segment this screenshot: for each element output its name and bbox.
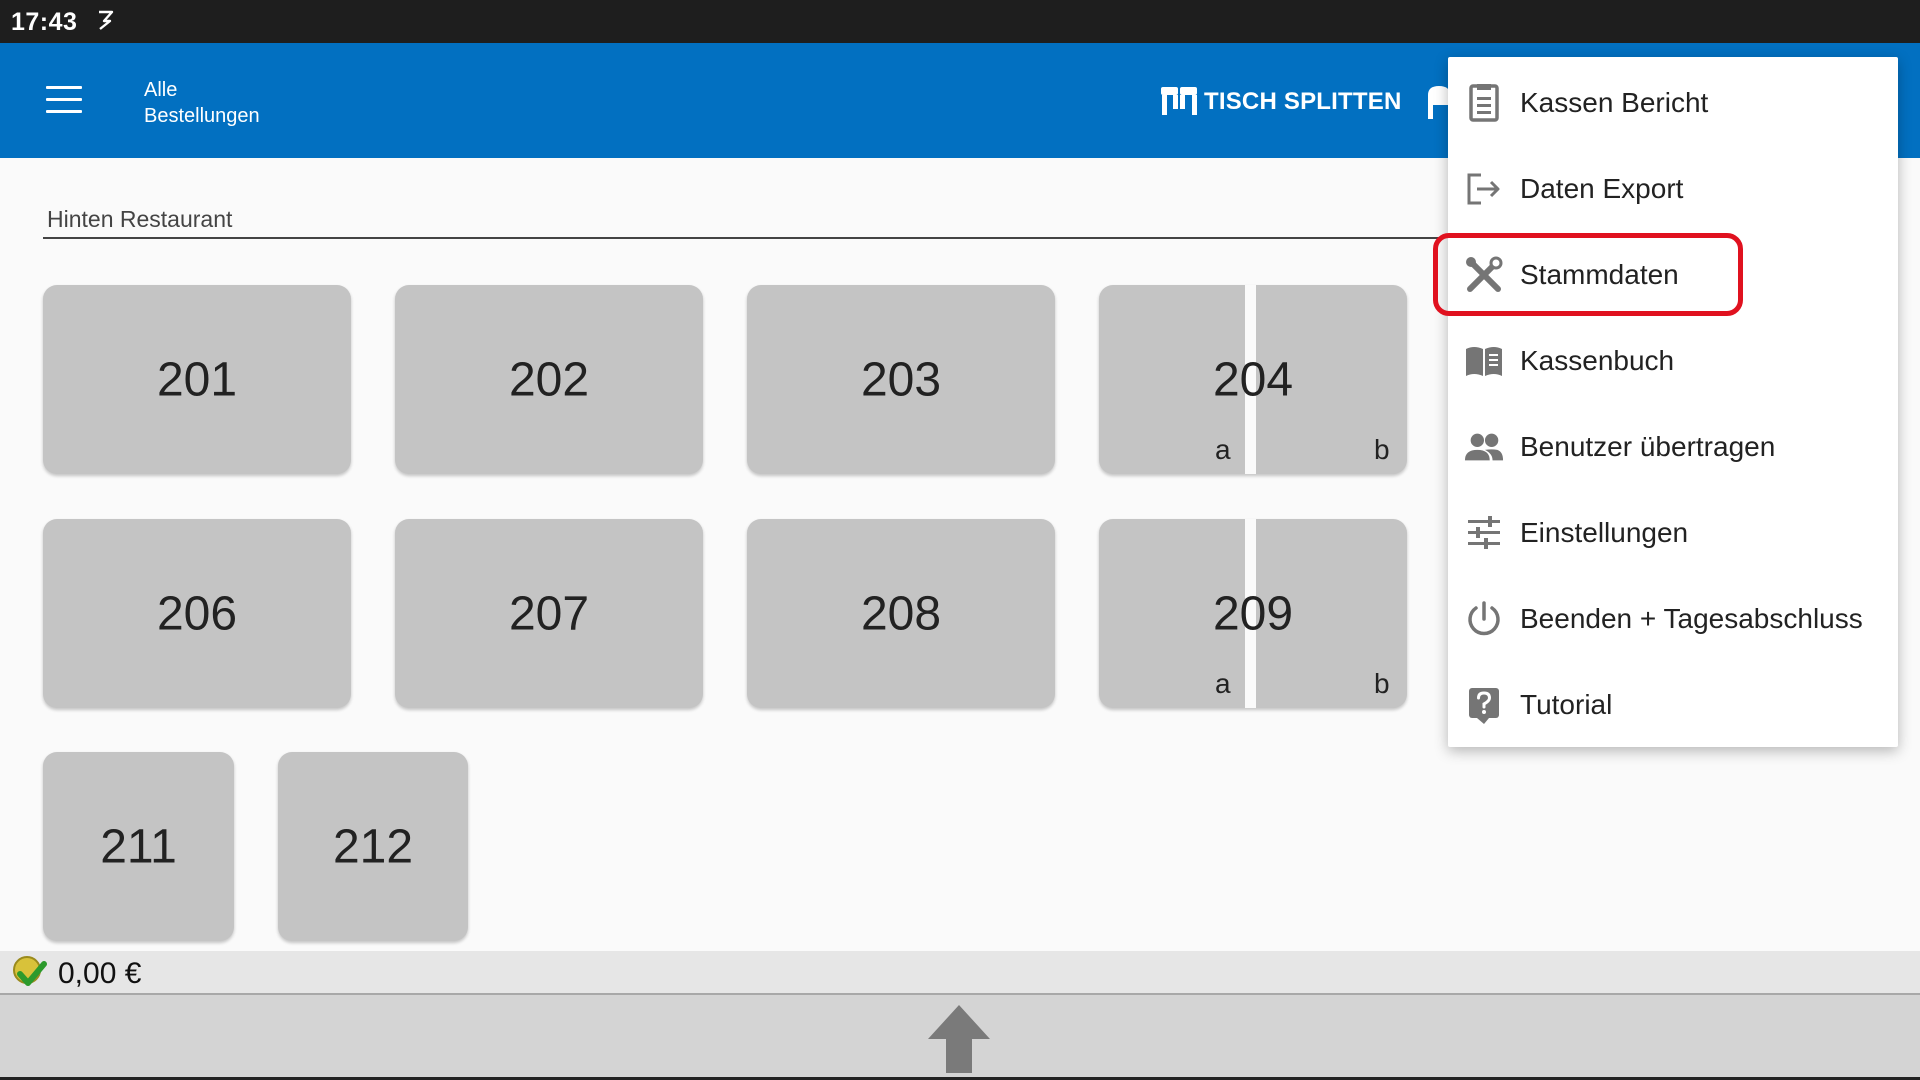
split-table-icon [1158,83,1202,122]
table-number: 211 [100,820,177,873]
report-icon [1464,83,1504,123]
status-time: 17:43 [11,8,78,36]
menu-item-label: Einstellungen [1520,517,1689,548]
app-title-line2: Bestellungen [144,105,260,127]
sliders-icon [1464,513,1504,553]
table-tile-204[interactable]: 204 a b [1099,285,1407,474]
split-part-b[interactable]: b [1374,434,1390,466]
table-tile-211[interactable]: 211 [43,752,234,941]
menu-item-kassenbuch[interactable]: Kassenbuch [1448,318,1898,404]
split-table-button[interactable]: TISCH SPLITTEN [1158,83,1401,121]
table-tile-201[interactable]: 201 [43,285,351,474]
help-icon [1464,685,1504,725]
menu-item-daten-export[interactable]: Daten Export [1448,146,1898,232]
table-tile-202[interactable]: 202 [395,285,703,474]
split-part-a[interactable]: a [1215,434,1231,466]
split-part-b[interactable]: b [1374,668,1390,700]
order-total: 0,00 € [58,957,142,990]
book-icon [1464,341,1504,381]
table-number: 209 [1212,587,1294,640]
total-bar: 0,00 € [0,951,1920,993]
menu-icon[interactable] [46,86,82,114]
table-tile-206[interactable]: 206 [43,519,351,708]
menu-item-label: Daten Export [1520,173,1684,204]
area-tab[interactable]: Hinten Restaurant [47,206,232,233]
menu-item-label: Benutzer übertragen [1520,431,1776,462]
table-tile-208[interactable]: 208 [747,519,1055,708]
split-table-label: TISCH SPLITTEN [1204,88,1402,115]
app-title: Alle Bestellungen [144,77,260,129]
menu-item-label: Kassen Bericht [1520,87,1709,118]
menu-item-tutorial[interactable]: Tutorial [1448,662,1898,748]
users-icon [1464,427,1504,467]
menu-item-beenden-tagesabschluss[interactable]: Beenden + Tagesabschluss [1448,576,1898,662]
stammdaten-highlight-box [1433,233,1743,316]
menu-item-label: Tutorial [1520,689,1613,720]
bottom-panel [0,993,1920,1080]
notification-icon [95,8,117,37]
overflow-menu: Kassen Bericht Daten Export Stammdaten K… [1448,57,1898,747]
table-number: 212 [332,820,414,873]
table-number: 207 [508,587,590,640]
table-tile-203[interactable]: 203 [747,285,1055,474]
table-number: 202 [508,353,590,406]
table-number: 206 [156,587,238,640]
status-bar: 17:43 [0,0,1920,43]
menu-item-benutzer-uebertragen[interactable]: Benutzer übertragen [1448,404,1898,490]
table-number: 201 [156,353,238,406]
table-tile-212[interactable]: 212 [278,752,468,941]
table-number: 203 [860,353,942,406]
table-tile-207[interactable]: 207 [395,519,703,708]
app-title-line1: Alle [144,79,178,101]
power-icon [1464,599,1504,639]
area-tab-underline [43,237,1443,239]
table-number: 204 [1212,353,1294,406]
menu-item-label: Kassenbuch [1520,345,1675,376]
cash-status-icon [11,955,47,996]
table-number: 208 [860,587,942,640]
menu-item-kassen-bericht[interactable]: Kassen Bericht [1448,60,1898,146]
menu-item-einstellungen[interactable]: Einstellungen [1448,490,1898,576]
split-part-a[interactable]: a [1215,668,1231,700]
table-tile-209[interactable]: 209 a b [1099,519,1407,708]
menu-item-label: Beenden + Tagesabschluss [1520,603,1863,634]
export-icon [1464,169,1504,209]
arrow-up-icon[interactable] [926,1003,992,1080]
